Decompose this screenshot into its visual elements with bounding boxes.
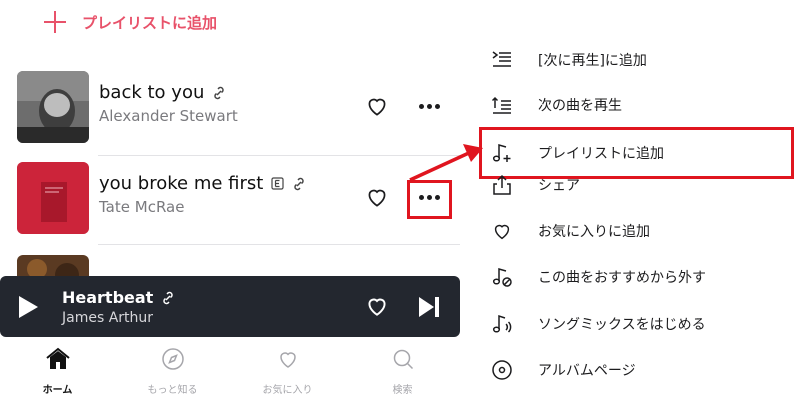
album-art [17,71,89,143]
menu-item-label: アルバムページ [538,363,636,379]
tab-label: もっと知る [147,385,198,396]
tab-favorites[interactable]: お気に入り [230,337,345,410]
menu-item-label: この曲をおすすめから外す [538,270,706,286]
menu-item-album-page[interactable]: アルバムページ [490,350,790,390]
tab-label: ホーム [42,385,73,396]
favorite-heart-icon[interactable] [364,93,390,119]
track-row[interactable]: you broke me first Tate McRae [0,156,460,242]
song-list-panel: プレイリストに追加 back to you Alexander Stewart [0,0,460,410]
favorite-heart-icon[interactable] [364,293,390,323]
tab-label: お気に入り [262,385,313,396]
play-next-icon [490,93,514,117]
link-icon [292,177,306,191]
music-note-block-icon [490,265,514,289]
tab-home[interactable]: ホーム [0,337,115,410]
favorite-heart-icon[interactable] [364,184,390,210]
mini-player[interactable]: Heartbeat James Arthur [0,276,460,337]
add-to-playlist-label: プレイリストに追加 [82,13,218,32]
menu-item-label: お気に入りに追加 [538,224,650,240]
menu-item-label: シェア [538,178,580,194]
search-icon [391,347,415,375]
menu-item-add-to-up-next[interactable]: [次に再生]に追加 [490,40,790,80]
menu-item-add-to-favorites[interactable]: お気に入りに追加 [490,211,790,251]
menu-item-play-next[interactable]: 次の曲を再生 [490,85,790,125]
track-artist: Tate McRae [99,198,185,216]
skip-next-icon[interactable] [416,294,442,324]
explicit-badge-icon [271,177,284,190]
link-icon [212,86,226,100]
link-icon [161,291,175,305]
track-title: back to you [99,82,205,103]
menu-item-label: ソングミックスをはじめる [538,317,706,333]
play-next-queue-icon [490,48,514,72]
menu-item-label: [次に再生]に追加 [538,53,647,69]
menu-item-remove-from-recommendations[interactable]: この曲をおすすめから外す [490,257,790,297]
track-title: you broke me first [99,173,264,194]
tab-search[interactable]: 検索 [345,337,460,410]
tab-discover[interactable]: もっと知る [115,337,230,410]
song-mix-icon [490,312,514,336]
heart-icon [490,219,514,243]
menu-item-label: 次の曲を再生 [538,98,622,114]
now-playing-artist: James Arthur [62,310,154,326]
album-icon [490,358,514,382]
plus-icon [44,11,66,33]
add-to-playlist-row[interactable]: プレイリストに追加 [44,8,217,36]
track-artist: Alexander Stewart [99,107,238,125]
more-options-button[interactable] [412,91,446,121]
tab-bar: ホーム もっと知る お気に入り 検索 [0,337,460,410]
compass-icon [161,347,185,375]
home-icon [45,347,71,375]
album-art [17,162,89,234]
play-icon[interactable] [16,294,40,324]
now-playing-title: Heartbeat [62,288,154,307]
tab-label: 検索 [392,385,413,396]
context-menu: [次に再生]に追加 次の曲を再生 プレイリストに追加 シェア お気に入りに追加 … [460,0,800,410]
menu-item-start-song-mix[interactable]: ソングミックスをはじめる [490,304,790,344]
menu-item-share[interactable]: シェア [490,165,790,205]
pointer-arrow [409,144,483,182]
track-row[interactable]: back to you Alexander Stewart [0,65,460,151]
heart-icon [276,347,300,375]
